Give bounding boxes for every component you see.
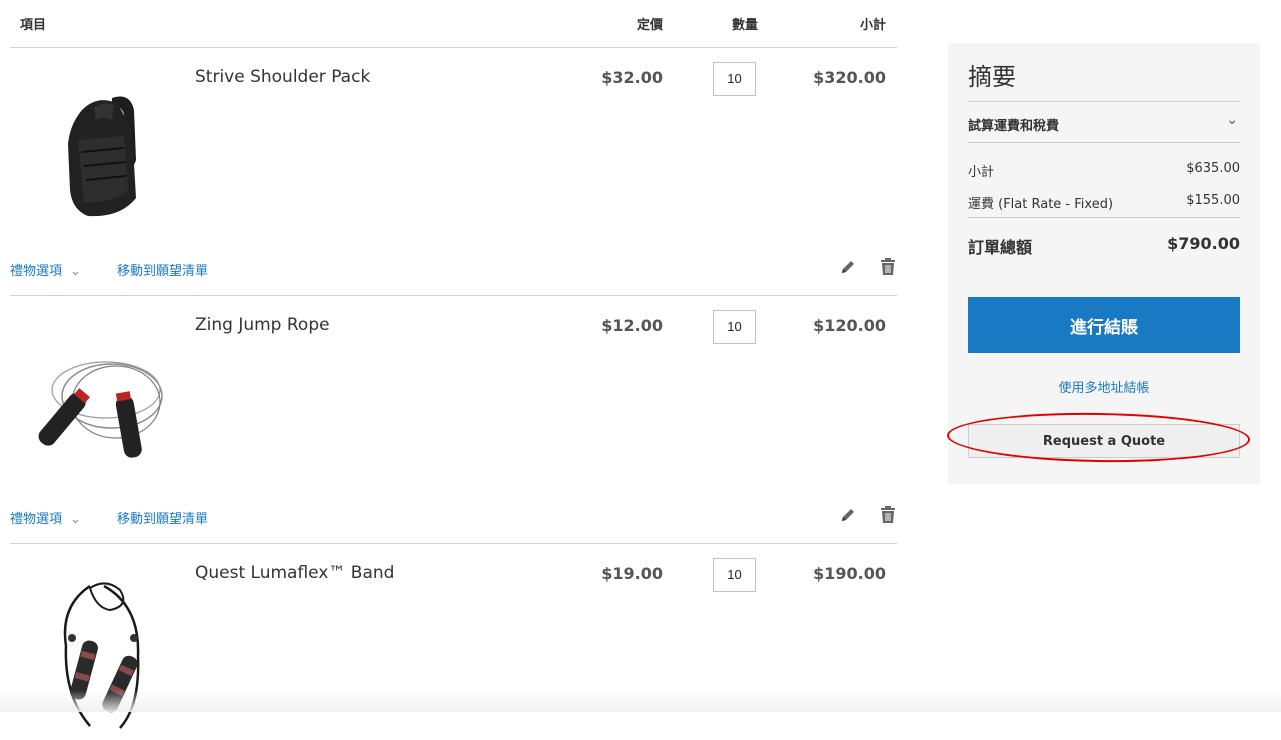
product-image-jump-rope[interactable]	[20, 318, 170, 488]
header-subtotal: 小計	[859, 18, 886, 33]
product-price: $12.00	[601, 316, 663, 335]
item-actions: 禮物選項 ⌄ 移動到願望清單	[10, 505, 897, 530]
move-to-wishlist-link[interactable]: 移動到願望清單	[117, 260, 208, 279]
chevron-down-icon: ⌄	[70, 512, 81, 527]
quantity-input[interactable]: 10	[713, 62, 756, 96]
quantity-input[interactable]: 10	[713, 310, 756, 344]
product-price: $32.00	[601, 68, 663, 87]
multi-address-checkout-link[interactable]: 使用多地址結帳	[968, 377, 1240, 396]
checkout-button[interactable]: 進行結賬	[968, 297, 1240, 353]
cart-table-header: 項目 定價 數量 小計	[10, 0, 897, 48]
gift-options-label: 禮物選項	[10, 512, 63, 527]
trash-icon[interactable]	[879, 505, 897, 525]
trash-icon[interactable]	[879, 257, 897, 277]
order-total-label: 訂單總額	[968, 238, 1033, 257]
gift-options-toggle[interactable]: 禮物選項 ⌄	[10, 260, 81, 279]
shipping-estimate-toggle[interactable]: 試算運費和稅費 ⌄	[968, 102, 1240, 143]
chevron-down-icon: ⌄	[1226, 112, 1238, 128]
shipping-label: 運費 (Flat Rate - Fixed)	[968, 197, 1114, 212]
subtotal-line: 小計 $635.00	[968, 143, 1240, 180]
cart-item-row: Zing Jump Rope $12.00 10 $120.00 禮物選項 ⌄ 移…	[10, 296, 897, 544]
bottom-fade	[0, 690, 1281, 712]
shipping-line: 運費 (Flat Rate - Fixed) $155.00	[968, 175, 1240, 218]
pencil-icon[interactable]	[839, 258, 857, 276]
item-actions: 禮物選項 ⌄ 移動到願望清單	[10, 257, 897, 282]
product-image-shoulder-pack[interactable]	[20, 70, 170, 240]
product-name[interactable]: Strive Shoulder Pack	[195, 67, 370, 87]
product-name[interactable]: Quest Lumaflex™ Band	[195, 563, 394, 583]
order-total-value: $790.00	[1167, 234, 1240, 253]
header-qty: 數量	[731, 18, 758, 33]
summary-title: 摘要	[968, 57, 1240, 102]
product-subtotal: $120.00	[813, 316, 886, 335]
product-subtotal: $320.00	[813, 68, 886, 87]
subtotal-value: $635.00	[1186, 161, 1240, 176]
move-to-wishlist-link[interactable]: 移動到願望清單	[117, 508, 208, 527]
chevron-down-icon: ⌄	[70, 264, 81, 279]
product-name[interactable]: Zing Jump Rope	[195, 315, 330, 335]
product-subtotal: $190.00	[813, 564, 886, 583]
gift-options-label: 禮物選項	[10, 264, 63, 279]
shipping-estimate-label: 試算運費和稅費	[968, 119, 1060, 134]
quantity-input[interactable]: 10	[713, 558, 756, 592]
order-total-line: 訂單總額 $790.00	[968, 218, 1240, 270]
gift-options-toggle[interactable]: 禮物選項 ⌄	[10, 508, 81, 527]
cart-table: 項目 定價 數量 小計 Strive Shoulder Pack $32.00 …	[10, 0, 897, 734]
header-price: 定價	[636, 18, 663, 33]
pencil-icon[interactable]	[839, 506, 857, 524]
header-item: 項目	[20, 18, 47, 33]
shipping-value: $155.00	[1186, 193, 1240, 208]
product-price: $19.00	[601, 564, 663, 583]
cart-item-row: Strive Shoulder Pack $32.00 10 $320.00 禮…	[10, 48, 897, 296]
